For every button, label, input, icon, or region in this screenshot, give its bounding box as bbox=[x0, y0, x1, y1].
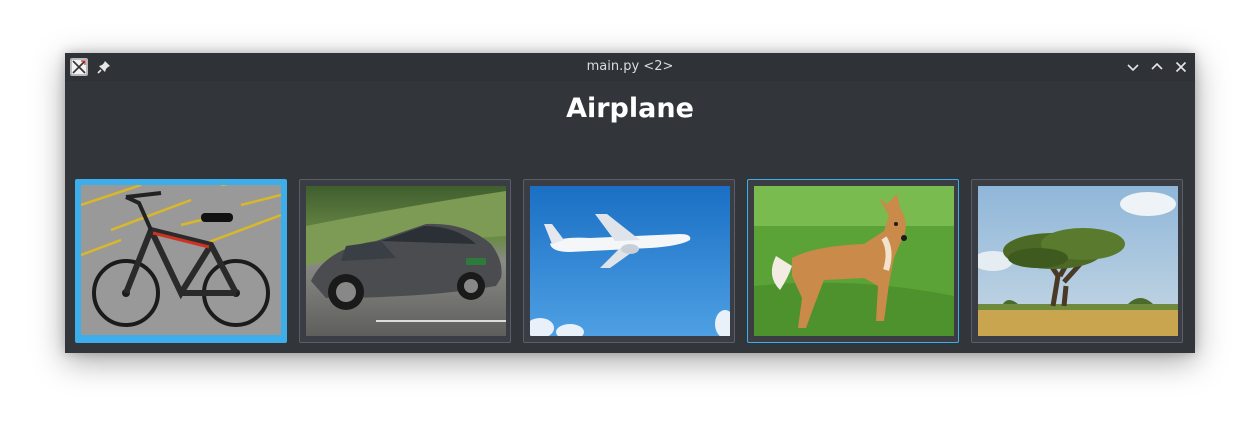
title-bar[interactable]: main.py <2> bbox=[65, 53, 1195, 81]
gallery-item-car[interactable] bbox=[299, 179, 511, 343]
gallery-item-bicycle[interactable] bbox=[75, 179, 287, 343]
gallery-item-dog[interactable] bbox=[747, 179, 959, 343]
car-image bbox=[306, 186, 506, 336]
maximize-button[interactable] bbox=[1149, 59, 1165, 75]
window-title: main.py <2> bbox=[586, 59, 674, 74]
page-title: Airplane bbox=[566, 93, 694, 124]
dog-image bbox=[754, 186, 954, 336]
close-button[interactable] bbox=[1173, 59, 1189, 75]
bicycle-image bbox=[81, 185, 281, 335]
close-icon bbox=[1175, 61, 1187, 73]
image-gallery bbox=[75, 179, 1185, 343]
app-window: main.py <2> Airplane bbox=[65, 53, 1195, 353]
tree-image bbox=[978, 186, 1178, 336]
gallery-item-tree[interactable] bbox=[971, 179, 1183, 343]
minimize-button[interactable] bbox=[1125, 59, 1141, 75]
gallery-item-airplane[interactable] bbox=[523, 179, 735, 343]
airplane-image bbox=[530, 186, 730, 336]
minimize-icon bbox=[1127, 64, 1139, 72]
maximize-icon bbox=[1151, 62, 1163, 70]
